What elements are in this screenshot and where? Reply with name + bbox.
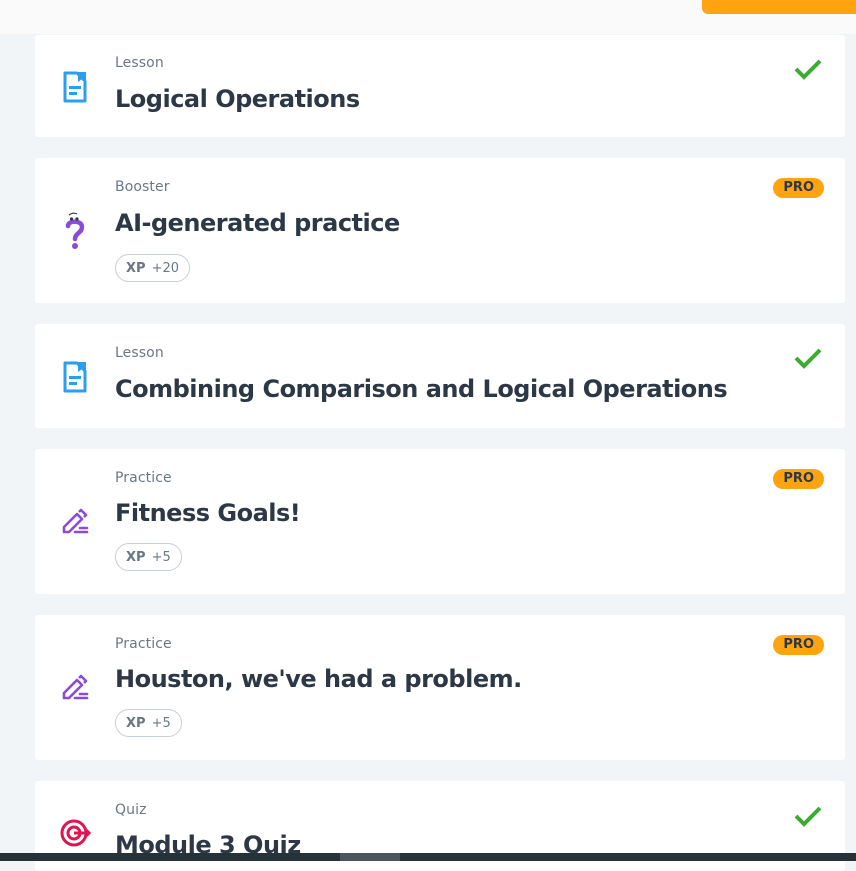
item-type: Lesson bbox=[115, 345, 164, 361]
xp-badge: XP +5 bbox=[115, 709, 182, 737]
item-title[interactable]: AI-generated practice bbox=[115, 209, 400, 237]
item-title[interactable]: Combining Comparison and Logical Operati… bbox=[115, 375, 728, 403]
item-title[interactable]: Logical Operations bbox=[115, 85, 360, 113]
scroll-thumb[interactable] bbox=[340, 853, 400, 861]
list-item[interactable]: Practice Houston, we've had a problem. P… bbox=[35, 615, 845, 760]
xp-value: +5 bbox=[151, 550, 171, 565]
pro-badge: PRO bbox=[773, 635, 824, 655]
lesson-document-icon bbox=[57, 69, 93, 105]
item-type: Lesson bbox=[115, 55, 164, 71]
pencil-icon bbox=[57, 669, 93, 705]
item-type: Practice bbox=[115, 636, 172, 652]
item-type: Quiz bbox=[115, 802, 147, 818]
pro-badge: PRO bbox=[773, 469, 824, 489]
pencil-icon bbox=[57, 503, 93, 539]
xp-value: +20 bbox=[151, 261, 179, 276]
list-item[interactable]: Booster AI-generated practice PRO XP +20 bbox=[35, 158, 845, 303]
top-action-button[interactable] bbox=[702, 0, 856, 14]
top-bar bbox=[0, 0, 856, 34]
completed-check-icon bbox=[794, 59, 822, 80]
item-title[interactable]: Fitness Goals! bbox=[115, 499, 301, 527]
xp-badge: XP +5 bbox=[115, 543, 182, 571]
pro-badge: PRO bbox=[773, 178, 824, 198]
list-item[interactable]: Lesson Logical Operations bbox=[35, 35, 845, 137]
list-item[interactable]: Practice Fitness Goals! PRO XP +5 bbox=[35, 449, 845, 594]
xp-label: XP bbox=[126, 261, 146, 276]
item-title[interactable]: Houston, we've had a problem. bbox=[115, 665, 522, 693]
lesson-document-icon bbox=[57, 359, 93, 395]
xp-label: XP bbox=[126, 716, 146, 731]
item-type: Practice bbox=[115, 470, 172, 486]
question-mark-icon bbox=[57, 212, 93, 250]
target-icon bbox=[57, 815, 93, 851]
completed-check-icon bbox=[794, 806, 822, 827]
bottom-bar bbox=[0, 853, 856, 861]
list-item[interactable]: Lesson Combining Comparison and Logical … bbox=[35, 324, 845, 428]
xp-value: +5 bbox=[151, 716, 171, 731]
xp-badge: XP +20 bbox=[115, 254, 190, 282]
completed-check-icon bbox=[794, 348, 822, 369]
item-type: Booster bbox=[115, 179, 170, 195]
xp-label: XP bbox=[126, 550, 146, 565]
